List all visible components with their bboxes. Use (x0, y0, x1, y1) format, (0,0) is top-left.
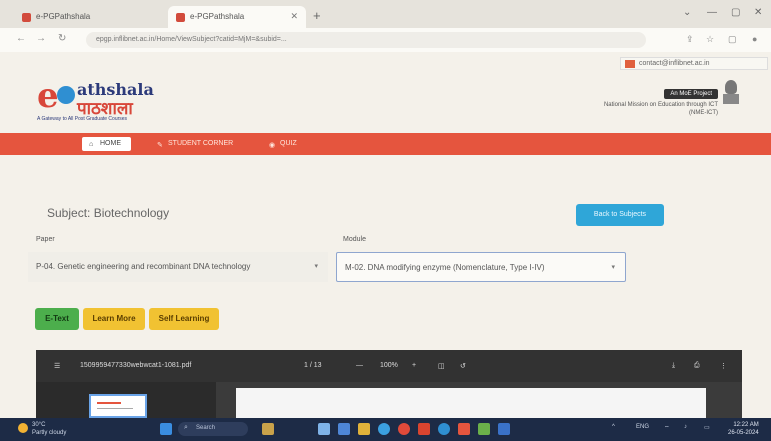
maximize-button[interactable]: ▢ (731, 7, 740, 18)
ministry-header: An MoE Project National Mission on Educa… (550, 82, 718, 116)
reload-icon[interactable]: ↻ (58, 33, 66, 44)
logo-e-glyph: e (37, 76, 59, 116)
app-icon[interactable] (438, 423, 450, 435)
paper-select[interactable]: P-04. Genetic engineering and recombinan… (28, 252, 328, 282)
app-icon[interactable] (418, 423, 430, 435)
tab-title: e-PGPathshala (36, 12, 91, 21)
module-select[interactable]: M-02. DNA modifying enzyme (Nomenclature… (336, 252, 626, 282)
moe-project-badge: An MoE Project (664, 89, 718, 99)
favicon-icon (176, 13, 185, 22)
pdf-page (236, 388, 706, 418)
widgets-icon[interactable] (262, 423, 274, 435)
page-title: Subject: Biotechnology (47, 206, 170, 220)
close-tab-icon[interactable]: ✕ (290, 11, 298, 22)
weather-widget[interactable]: 30°C Partly cloudy (18, 421, 67, 437)
profile-icon[interactable]: ● (752, 34, 757, 44)
mail-icon (625, 60, 635, 68)
student-icon: ✎ (157, 142, 163, 149)
browser-tab[interactable]: e-PGPathshala ✕ (14, 6, 192, 28)
learn-more-button[interactable]: Learn More (83, 308, 145, 330)
nav-home-label: HOME (100, 140, 121, 147)
paper-label: Paper (36, 236, 55, 243)
edge-icon[interactable] (378, 423, 390, 435)
browser-tab-bar: e-PGPathshala ✕ e-PGPathshala ✕ + ⌄ — ▢ … (0, 0, 771, 28)
home-icon: ⌂ (89, 141, 94, 148)
nav-student-corner[interactable]: ✎ STUDENT CORNER (150, 137, 243, 151)
app-icon[interactable] (458, 423, 470, 435)
download-icon[interactable]: ⤓ (672, 362, 675, 370)
file-explorer-icon[interactable] (358, 423, 370, 435)
zoom-in-button[interactable]: + (412, 362, 416, 369)
taskbar-search-label: Search (196, 425, 216, 431)
etext-button[interactable]: E-Text (35, 308, 79, 330)
logo-p-mark (57, 86, 75, 104)
logo-tagline: A Gateway to All Post Graduate Courses (37, 116, 128, 122)
address-bar-row: ← → ↻ epgp.inflibnet.ac.in/Home/ViewSubj… (0, 28, 771, 52)
forward-arrow-icon[interactable]: → (36, 33, 46, 44)
zoom-level[interactable]: 100% (380, 362, 398, 369)
windows-start-icon[interactable] (160, 423, 172, 435)
module-select-value: M-02. DNA modifying enzyme (Nomenclature… (345, 263, 545, 272)
windows-taskbar: 30°C Partly cloudy ⌕ Search ^ ENG ⌔ ♪ ▭ … (0, 418, 771, 441)
pdf-viewer[interactable]: ☰ 1509959477330webwcat1-1081.pdf 1 / 13 … (36, 350, 742, 418)
weather-temp: 30°C (32, 422, 46, 428)
minimize-button[interactable]: — (707, 7, 717, 18)
browser-tab-active[interactable]: e-PGPathshala ✕ (168, 6, 306, 28)
module-label: Module (343, 236, 366, 243)
clock-time: 12:22 AM (733, 422, 759, 428)
chevron-down-icon: ▾ (611, 264, 615, 271)
url-field[interactable]: epgp.inflibnet.ac.in/Home/ViewSubject?ca… (86, 32, 646, 48)
volume-icon[interactable]: ♪ (684, 424, 687, 430)
favicon-icon (22, 13, 31, 22)
search-icon: ⌕ (184, 424, 188, 431)
weather-desc: Partly cloudy (32, 430, 67, 436)
back-arrow-icon[interactable]: ← (16, 33, 26, 44)
main-navigation: ⌂ HOME ✎ STUDENT CORNER ◉ QUIZ (0, 133, 771, 155)
app-icon[interactable] (338, 423, 350, 435)
tab-search-icon[interactable]: ⌄ (683, 7, 691, 18)
sidebar-icon[interactable]: ▢ (728, 34, 737, 45)
battery-icon[interactable]: ▭ (704, 424, 710, 431)
nav-home[interactable]: ⌂ HOME (82, 137, 131, 151)
tray-chevron-icon[interactable]: ^ (612, 424, 615, 430)
more-options-icon[interactable]: ⋮ (720, 362, 727, 370)
zoom-out-button[interactable]: — (356, 362, 363, 369)
rotate-icon[interactable]: ↺ (460, 362, 466, 370)
nav-student-label: STUDENT CORNER (168, 140, 234, 147)
taskbar-clock[interactable]: 12:22 AM 26-05-2024 (728, 421, 759, 437)
bookmark-star-icon[interactable]: ☆ (706, 34, 714, 45)
pdf-page-indicator[interactable]: 1 / 13 (304, 362, 322, 369)
share-icon[interactable]: ⇪ (686, 34, 694, 45)
close-window-button[interactable]: ✕ (754, 7, 762, 18)
ministry-abbr: (NME-ICT) (689, 110, 718, 116)
wifi-icon[interactable]: ⌔ (664, 424, 670, 432)
task-view-icon[interactable] (318, 423, 330, 435)
contact-email-text: contact@inflibnet.ac.in (639, 60, 710, 67)
nav-quiz[interactable]: ◉ QUIZ (262, 137, 307, 151)
chevron-down-icon: ▾ (314, 263, 318, 270)
pdf-page-thumbnail[interactable] (89, 394, 147, 418)
tab-title: e-PGPathshala (190, 12, 245, 21)
fit-page-icon[interactable]: ◫ (438, 362, 445, 370)
paper-select-value: P-04. Genetic engineering and recombinan… (36, 262, 251, 271)
national-emblem-icon (722, 80, 740, 108)
print-icon[interactable]: ⎙ (694, 362, 700, 370)
quiz-icon: ◉ (269, 142, 276, 149)
nav-quiz-label: QUIZ (280, 140, 297, 147)
new-tab-button[interactable]: + (313, 8, 321, 23)
app-icon[interactable] (498, 423, 510, 435)
clock-date: 26-05-2024 (728, 430, 759, 436)
pdf-filename: 1509959477330webwcat1-1081.pdf (80, 362, 192, 369)
ministry-line: National Mission on Education through IC… (603, 102, 718, 108)
menu-icon[interactable]: ☰ (54, 362, 60, 370)
pdf-toolbar: ☰ 1509959477330webwcat1-1081.pdf 1 / 13 … (36, 350, 742, 382)
chrome-icon[interactable] (398, 423, 410, 435)
language-indicator[interactable]: ENG (636, 424, 649, 430)
self-learning-button[interactable]: Self Learning (149, 308, 219, 330)
back-to-subjects-button[interactable]: Back to Subjects (576, 204, 664, 226)
app-icon[interactable] (478, 423, 490, 435)
taskbar-search[interactable]: ⌕ Search (178, 422, 248, 436)
contact-email[interactable]: contact@inflibnet.ac.in (620, 57, 768, 70)
weather-sun-icon (18, 423, 28, 433)
